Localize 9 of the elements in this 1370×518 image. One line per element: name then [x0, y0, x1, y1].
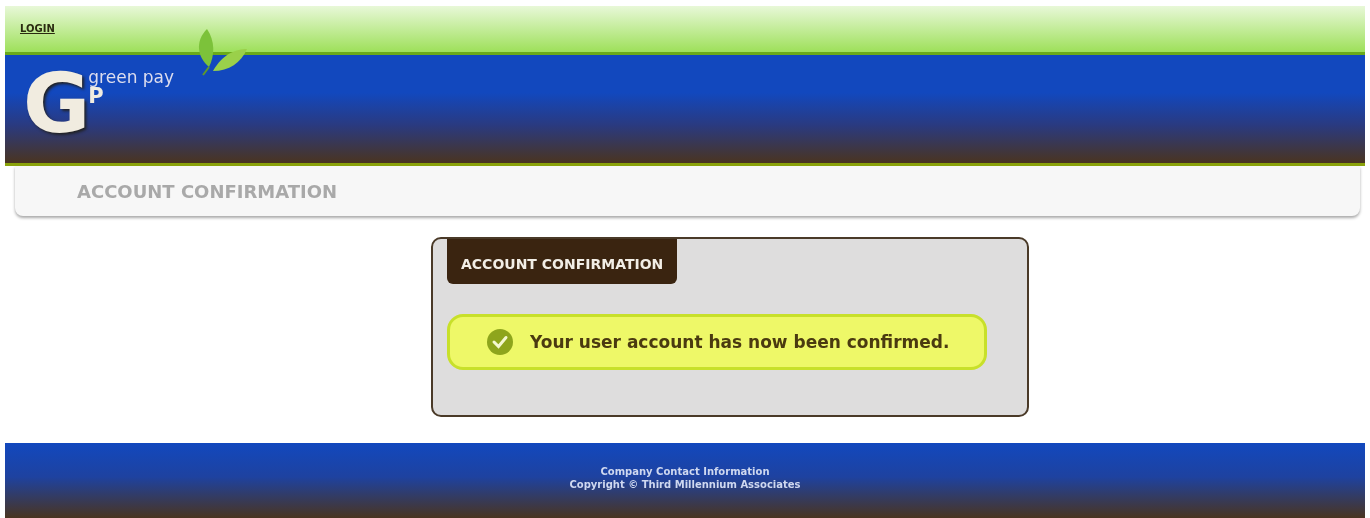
logo-letter: P [88, 86, 104, 107]
logo-name: green pay [88, 69, 175, 86]
footer-text: Company Contact Information [600, 465, 770, 478]
page-title: ACCOUNT CONFIRMATION [77, 180, 338, 202]
login-link[interactable]: LOGIN [20, 23, 55, 34]
panel-title: ACCOUNT CONFIRMATION [447, 239, 678, 284]
footer-text: Copyright © Third Millennium Associates [569, 478, 801, 491]
check-icon [486, 328, 514, 356]
message-text: Your user account has now been confirmed. [530, 332, 950, 352]
